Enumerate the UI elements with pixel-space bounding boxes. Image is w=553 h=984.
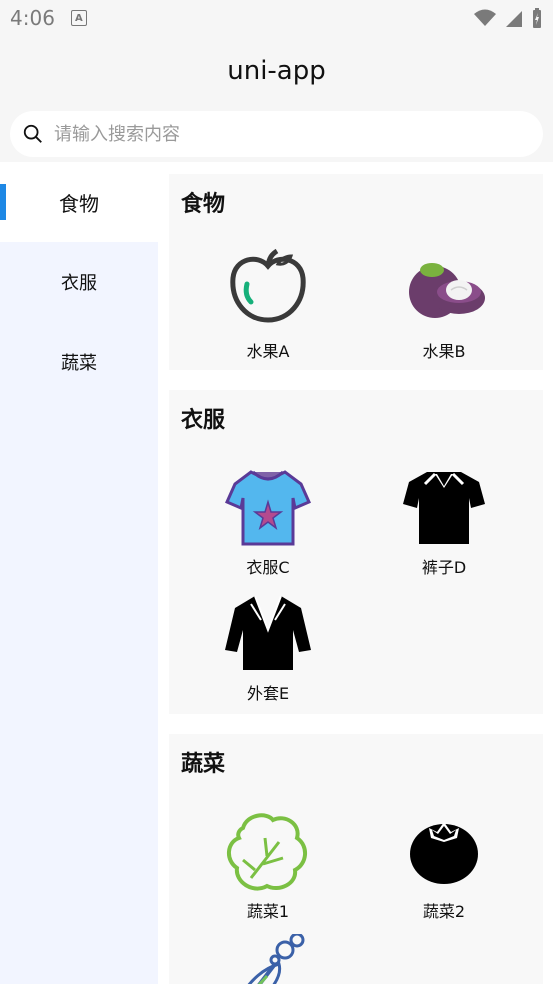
grid-item-jacket-e[interactable]: 外套E (193, 590, 343, 704)
section-food: 食物 水果A 水果B (169, 174, 543, 370)
section-title: 衣服 (181, 408, 226, 433)
sidebar-item-food[interactable]: 食物 (0, 162, 158, 242)
section-title: 蔬菜 (181, 752, 226, 777)
item-label: 蔬菜1 (246, 902, 290, 921)
grid-item-clothes-c[interactable]: 衣服C (193, 464, 343, 578)
section-clothes: 衣服 衣服C 裤子D 外套E (169, 390, 543, 714)
sidebar-item-label: 衣服 (61, 273, 97, 294)
navbar: uni-app (0, 36, 553, 106)
grid-item-vegetable-1[interactable]: 蔬菜1 (193, 808, 343, 922)
item-label: 外套E (246, 684, 290, 703)
grid-item-vegetable-2[interactable]: 蔬菜2 (369, 808, 519, 922)
category-sidebar: 食物 衣服 蔬菜 (0, 162, 158, 984)
category-content: 食物 水果A 水果B 衣服 衣服C 裤子D 外套E 蔬菜 蔬菜1 蔬菜2 (158, 162, 553, 984)
grid-item-pants-d[interactable]: 裤子D (369, 464, 519, 578)
search-bar (0, 106, 553, 162)
polo-shirt-icon (403, 472, 485, 544)
jacket-icon (225, 595, 311, 670)
item-label: 水果A (246, 342, 290, 361)
grid-item-fruit-a[interactable]: 水果A (193, 248, 343, 362)
item-label: 裤子D (421, 558, 467, 577)
section-title: 食物 (181, 192, 226, 217)
status-left: 4:06 A (10, 6, 87, 30)
tshirt-star-icon (225, 470, 311, 546)
search-input[interactable] (52, 122, 476, 146)
search-icon (23, 124, 42, 143)
sidebar-item-label: 蔬菜 (61, 353, 97, 374)
carrot-icon (247, 934, 305, 984)
page-title: uni-app (227, 56, 326, 86)
grid-item-vegetable-3[interactable] (193, 934, 343, 984)
section-vegetables: 蔬菜 蔬菜1 蔬菜2 (169, 734, 543, 984)
a-badge-icon: A (70, 10, 87, 26)
lettuce-icon (227, 813, 307, 891)
cell-signal-icon (506, 11, 522, 27)
wifi-icon (474, 9, 496, 26)
status-bar: 4:06 A (0, 0, 553, 36)
item-label: 衣服C (246, 558, 290, 577)
sidebar-item-clothes[interactable]: 衣服 (0, 242, 158, 322)
tomato-icon (410, 822, 478, 884)
item-label: 水果B (422, 342, 466, 361)
status-right (473, 7, 543, 29)
sidebar-item-vegetables[interactable]: 蔬菜 (0, 322, 158, 402)
mangosteen-icon (409, 263, 485, 318)
status-time: 4:06 (10, 6, 55, 30)
item-label: 蔬菜2 (422, 902, 466, 921)
sidebar-item-label: 食物 (59, 191, 99, 216)
search-box[interactable] (10, 111, 543, 157)
battery-icon (533, 8, 541, 28)
apple-icon (230, 248, 306, 323)
grid-item-fruit-b[interactable]: 水果B (369, 248, 519, 362)
